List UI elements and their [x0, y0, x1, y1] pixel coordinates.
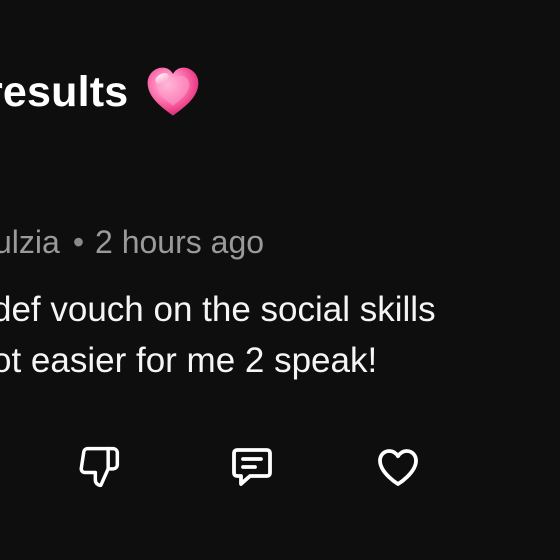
like-button[interactable]: [373, 442, 423, 492]
post-title: results: [0, 67, 129, 116]
dislike-button[interactable]: [74, 442, 124, 492]
comment-body: def vouch on the social skills ot easier…: [0, 284, 436, 386]
comment-meta: ulzia • 2 hours ago: [0, 226, 264, 258]
heart-outline-icon: [378, 449, 418, 486]
comment-line: ot easier for me 2 speak!: [0, 341, 378, 380]
reply-button[interactable]: [227, 442, 277, 492]
meta-separator: •: [72, 224, 85, 260]
comment-icon: [232, 448, 272, 486]
comment-line: def vouch on the social skills: [0, 290, 436, 329]
comment-timestamp: 2 hours ago: [95, 224, 265, 260]
comment-author[interactable]: ulzia: [0, 224, 60, 260]
post-title-row: results: [0, 62, 202, 122]
thumbs-down-icon: [79, 446, 120, 488]
comment-actions: [0, 442, 560, 492]
sparkling-heart-emoji-icon: [148, 67, 199, 116]
